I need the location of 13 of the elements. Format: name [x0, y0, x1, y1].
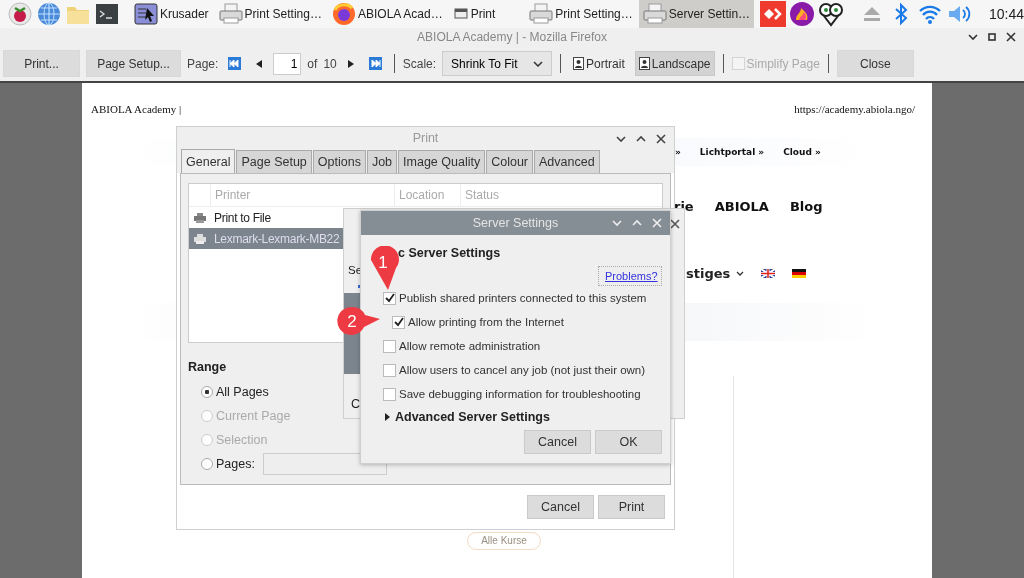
page-header-title: ABIOLA Academy |	[91, 103, 182, 115]
page-of-label: of	[307, 56, 318, 71]
window-title: ABIOLA Academy | - Mozilla Firefox	[417, 30, 607, 44]
dialog-title: Server Settings	[472, 216, 559, 230]
page-header-url: https://academy.abiola.ngo/	[794, 103, 915, 115]
section-heading: Range	[188, 360, 227, 374]
section-heading: c Server Settings	[397, 245, 502, 260]
dialog-title: Print	[412, 131, 439, 145]
callout-badge: 2	[336, 305, 380, 337]
scale-label: Scale:	[402, 56, 437, 71]
page-label: Page:	[187, 56, 219, 71]
dialog-text: C	[351, 397, 361, 411]
page-count: 10	[323, 56, 337, 71]
